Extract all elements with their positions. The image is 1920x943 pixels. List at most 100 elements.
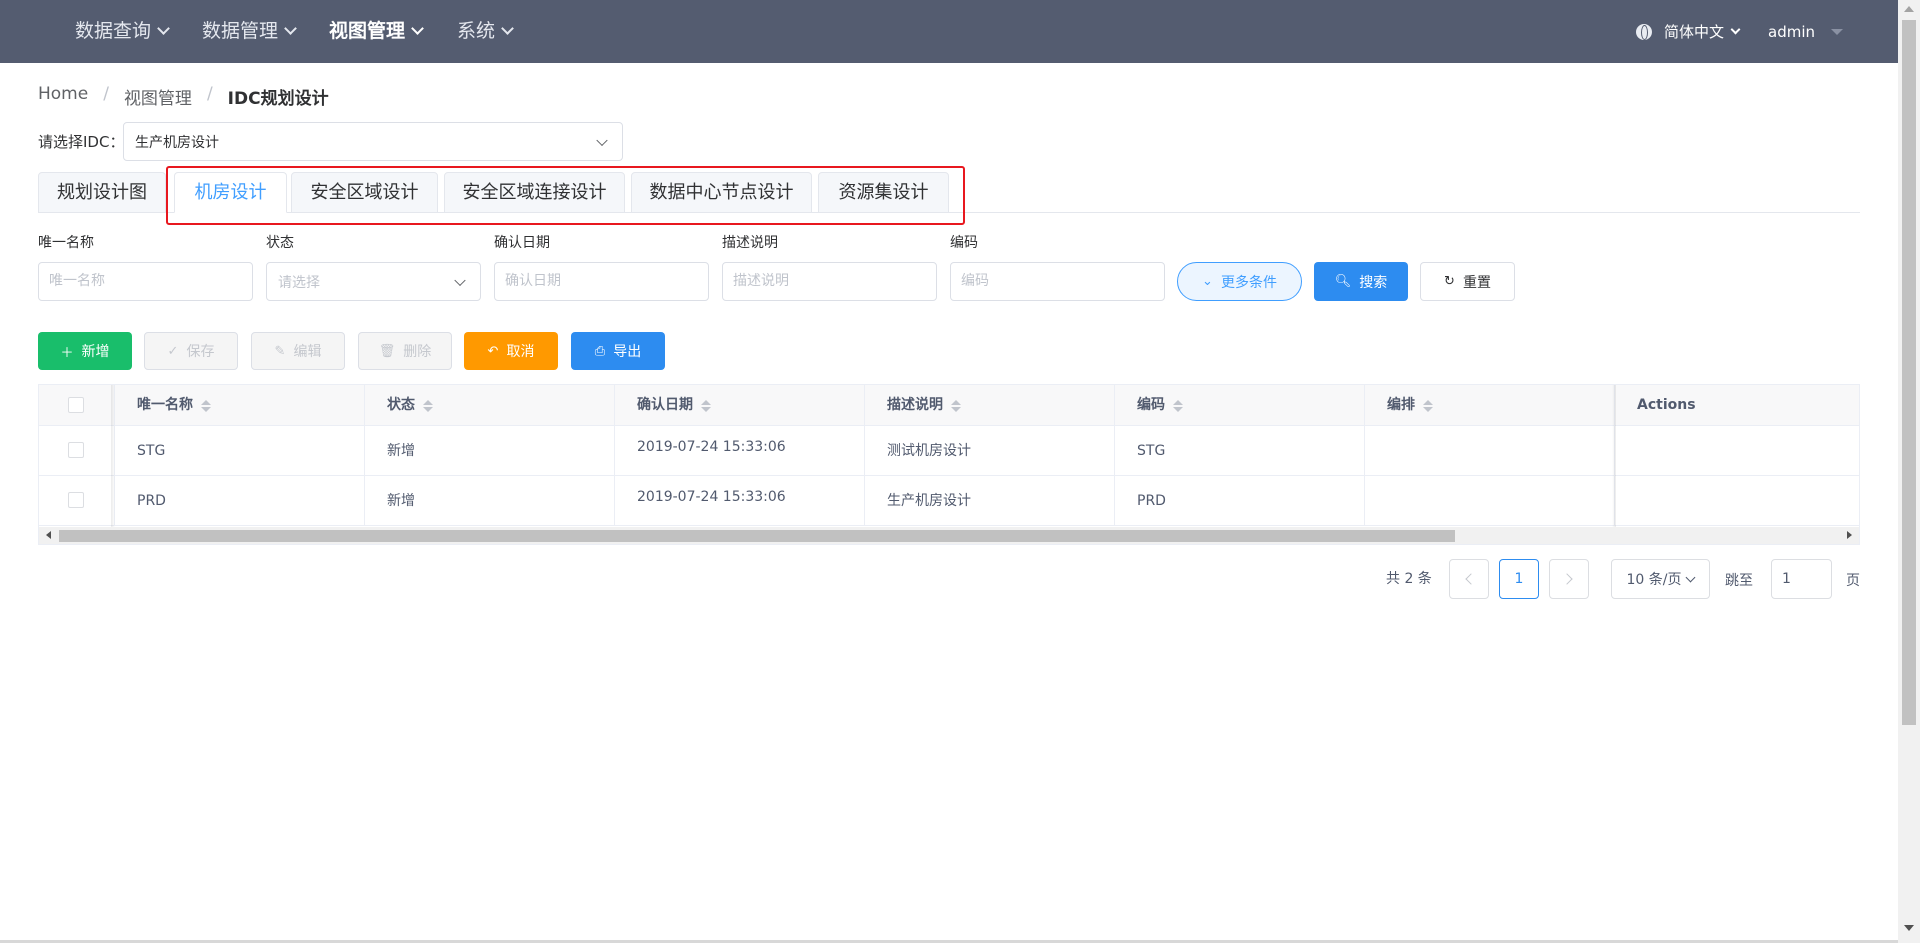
sort-icon[interactable] xyxy=(701,399,711,413)
idc-select[interactable]: 生产机房设计 xyxy=(123,122,623,161)
nav-view-management[interactable]: 视图管理 xyxy=(329,0,424,63)
sort-icon[interactable] xyxy=(201,399,211,413)
save-button[interactable]: ✓ 保存 xyxy=(144,332,238,370)
idc-select-value: 生产机房设计 xyxy=(135,134,219,151)
filter-name-label: 唯一名称 xyxy=(38,235,94,251)
check-icon: ✓ xyxy=(167,343,179,359)
undo-icon: ↶ xyxy=(487,343,499,359)
sort-icon[interactable] xyxy=(1423,399,1433,413)
plus-icon: ＋ xyxy=(60,345,74,361)
trash-icon: 🗑︎ xyxy=(378,343,396,359)
header-name[interactable]: 唯一名称 xyxy=(115,385,365,426)
idc-select-label: 请选择IDC： xyxy=(38,133,125,151)
chevron-left-icon xyxy=(1465,573,1477,585)
header-date[interactable]: 确认日期 xyxy=(615,385,865,426)
row-checkbox[interactable] xyxy=(68,442,84,458)
cell-code: PRD xyxy=(1115,476,1365,526)
page-number: 1 xyxy=(1514,571,1524,587)
search-label: 搜索 xyxy=(1359,274,1388,291)
column-title: 状态 xyxy=(387,397,415,413)
search-button[interactable]: 🔍︎ 搜索 xyxy=(1314,262,1408,301)
row-select-cell xyxy=(39,426,115,476)
cell-name: STG xyxy=(115,426,365,476)
cell-date: 2019-07-24 15:33:06 xyxy=(615,426,865,476)
column-title: 编码 xyxy=(1137,397,1165,413)
chevron-down-icon xyxy=(596,134,608,146)
filter-code-input[interactable]: 编码 xyxy=(950,262,1165,301)
edit-label: 编辑 xyxy=(293,344,322,360)
edit-button[interactable]: ✎ 编辑 xyxy=(251,332,345,370)
column-title: 编排 xyxy=(1387,397,1415,413)
language-switcher[interactable]: 简体中文 xyxy=(1636,0,1741,63)
page-size-select[interactable]: 10 条/页 xyxy=(1611,559,1710,599)
table-header: 唯一名称 状态 确认日期 描述说明 编码 编排 Actions xyxy=(39,385,1859,426)
filter-name-input[interactable]: 唯一名称 xyxy=(38,262,253,301)
nav-system[interactable]: 系统 xyxy=(457,0,514,63)
nav-data-management-label: 数据管理 xyxy=(202,20,279,42)
page-number-button[interactable]: 1 xyxy=(1499,559,1539,599)
tab-planning-diagram[interactable]: 规划设计图 xyxy=(38,172,166,213)
user-name: admin xyxy=(1768,22,1815,41)
page-suffix-label: 页 xyxy=(1846,573,1860,589)
header-code[interactable]: 编码 xyxy=(1115,385,1365,426)
cell-name: PRD xyxy=(115,476,365,526)
breadcrumb-home[interactable]: Home xyxy=(38,84,88,109)
nav-data-management[interactable]: 数据管理 xyxy=(202,0,297,63)
table-row[interactable]: PRD 新增 2019-07-24 15:33:06 生产机房设计 PRD xyxy=(39,476,1859,526)
nav-data-query-label: 数据查询 xyxy=(75,20,152,42)
export-icon: ⎙ xyxy=(594,343,606,359)
sort-icon[interactable] xyxy=(951,399,961,413)
cell-order xyxy=(1365,426,1615,476)
nav-system-label: 系统 xyxy=(457,20,496,42)
chevron-right-icon xyxy=(1561,573,1573,585)
prev-page-button[interactable] xyxy=(1449,559,1489,599)
breadcrumb-section[interactable]: 视图管理 xyxy=(124,84,192,109)
row-checkbox[interactable] xyxy=(68,492,84,508)
data-table: 唯一名称 状态 确认日期 描述说明 编码 编排 Actions STG 新增 2… xyxy=(38,384,1860,545)
scroll-right-arrow-icon[interactable] xyxy=(1847,531,1852,539)
header-status[interactable]: 状态 xyxy=(365,385,615,426)
table-horizontal-scrollbar[interactable] xyxy=(39,527,1859,544)
scroll-down-arrow-icon[interactable] xyxy=(1904,925,1914,931)
scrollbar-thumb[interactable] xyxy=(59,530,1455,542)
scrollbar-thumb[interactable] xyxy=(1902,20,1916,725)
sort-icon[interactable] xyxy=(423,399,433,413)
scroll-left-arrow-icon[interactable] xyxy=(46,531,51,539)
sort-icon[interactable] xyxy=(1173,399,1183,413)
reset-button[interactable]: ↻ 重置 xyxy=(1420,262,1515,301)
page-size-value: 10 条/页 xyxy=(1626,572,1682,588)
delete-button[interactable]: 🗑︎ 删除 xyxy=(358,332,452,370)
chevron-down-icon xyxy=(1686,572,1696,582)
header-order[interactable]: 编排 xyxy=(1365,385,1615,426)
user-menu[interactable]: admin xyxy=(1768,0,1843,63)
add-button[interactable]: ＋ 新增 xyxy=(38,332,132,370)
export-button[interactable]: ⎙ 导出 xyxy=(571,332,665,370)
nav-data-query[interactable]: 数据查询 xyxy=(75,0,170,63)
scroll-up-arrow-icon[interactable] xyxy=(1904,6,1914,12)
column-title: Actions xyxy=(1637,397,1696,413)
more-conditions-label: 更多条件 xyxy=(1220,274,1277,291)
cancel-label: 取消 xyxy=(506,344,535,360)
breadcrumb-separator: / xyxy=(103,84,109,104)
cancel-button[interactable]: ↶ 取消 xyxy=(464,332,558,370)
add-label: 新增 xyxy=(81,344,110,360)
jump-page-input[interactable]: 1 xyxy=(1771,559,1832,599)
page-vertical-scrollbar[interactable] xyxy=(1898,0,1920,943)
more-conditions-button[interactable]: ⌄ 更多条件 xyxy=(1177,262,1302,301)
next-page-button[interactable] xyxy=(1549,559,1589,599)
column-title: 确认日期 xyxy=(637,397,693,413)
table-row[interactable]: STG 新增 2019-07-24 15:33:06 测试机房设计 STG xyxy=(39,426,1859,476)
breadcrumb-current: IDC规划设计 xyxy=(227,89,329,109)
filter-desc-input[interactable]: 描述说明 xyxy=(722,262,937,301)
cell-code: STG xyxy=(1115,426,1365,476)
filter-status-select[interactable]: 请选择 xyxy=(266,262,481,301)
annotation-highlight-box xyxy=(166,166,965,225)
chevron-down-icon xyxy=(157,22,170,35)
filter-date-input[interactable]: 确认日期 xyxy=(494,262,709,301)
select-all-checkbox[interactable] xyxy=(68,397,84,413)
search-icon: 🔍︎ xyxy=(1334,274,1352,289)
chevron-down-icon xyxy=(284,22,297,35)
export-label: 导出 xyxy=(613,344,642,360)
filter-desc-label: 描述说明 xyxy=(722,235,778,251)
header-desc[interactable]: 描述说明 xyxy=(865,385,1115,426)
